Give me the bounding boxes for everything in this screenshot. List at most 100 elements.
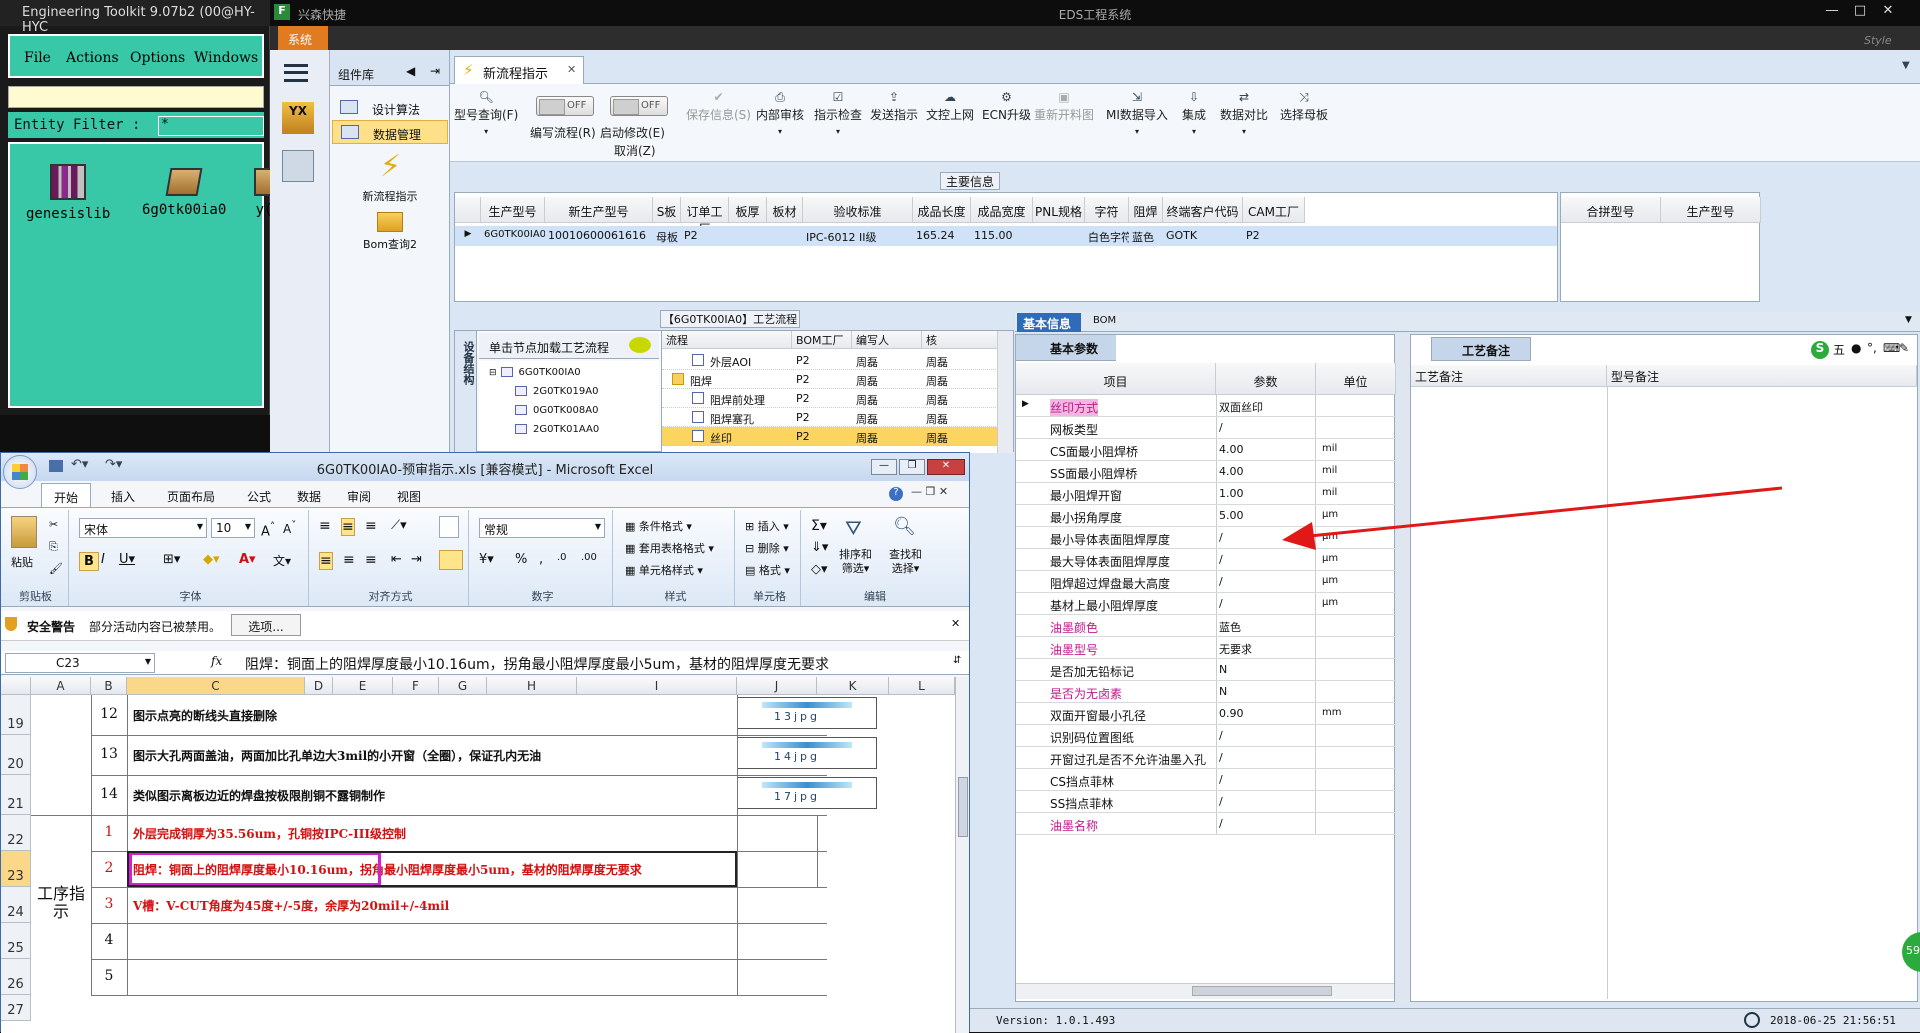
column-header[interactable]: 终端客户代码 (1163, 197, 1243, 223)
font-size-select[interactable]: 10 ▼ (211, 518, 255, 538)
row-number-cell[interactable]: 14 (91, 786, 127, 802)
flow-row[interactable]: 阻焊塞孔 P2 周磊 周磊 (662, 408, 997, 427)
moon-icon[interactable]: ● (1851, 341, 1861, 355)
column-header[interactable]: G (439, 677, 487, 695)
embedded-image[interactable]: 13jpg (737, 697, 877, 729)
close-icon[interactable]: ✕ (951, 617, 960, 630)
instruction-check-button[interactable]: ☑ 指示检查 ▾ (814, 90, 862, 137)
param-value[interactable]: N (1216, 659, 1316, 680)
clear-icon[interactable]: ◇▾ (811, 562, 828, 577)
new-flow-item[interactable]: ⚡ 新流程指示 (330, 150, 450, 204)
ribbon-tab[interactable]: 审阅 (337, 483, 381, 507)
bold-button[interactable]: B (79, 552, 99, 571)
embedded-image[interactable]: 17jpg (737, 777, 877, 809)
splitter[interactable] (1396, 334, 1410, 1002)
phonetic-icon[interactable]: 文▾ (273, 552, 291, 569)
undo-icon[interactable]: ↶▾ (71, 457, 88, 472)
tab-bom[interactable]: BOM (1093, 315, 1116, 326)
mi-import-button[interactable]: ⇲ MI数据导入 ▾ (1106, 90, 1168, 137)
param-row[interactable]: 是否加无铅标记 N (1016, 659, 1396, 681)
param-value[interactable]: 4.00 (1216, 439, 1316, 460)
column-model-remarks[interactable]: 型号备注 (1607, 365, 1917, 387)
column-param[interactable]: 参数 (1216, 363, 1316, 395)
grid-cell[interactable]: 6G0TK00IA0 (481, 226, 545, 246)
percent-icon[interactable]: % (515, 552, 527, 567)
param-value[interactable]: 0.90 (1216, 703, 1316, 724)
column-header[interactable]: 阻焊 (1129, 197, 1163, 223)
hamburger-icon[interactable] (284, 64, 308, 82)
param-value[interactable]: / (1216, 593, 1316, 614)
tools-icon[interactable]: ✎ (1899, 341, 1909, 355)
pin-icon[interactable]: ⇥ (430, 64, 440, 78)
decrease-decimal-icon[interactable]: .00 (581, 552, 597, 563)
align-bottom-icon[interactable]: ≡ (365, 518, 377, 534)
delete-button[interactable]: ⊟ 删除 ▾ (745, 540, 789, 556)
param-value[interactable]: / (1216, 813, 1316, 834)
increase-decimal-icon[interactable]: .0 (557, 552, 567, 563)
increase-indent-icon[interactable]: ⇥ (411, 552, 422, 567)
column-header[interactable]: 合拼型号 (1561, 197, 1661, 223)
row-number-cell[interactable]: 5 (91, 968, 127, 984)
font-name-select[interactable]: 宋体 ▼ (79, 518, 207, 538)
row-number-cell[interactable]: 1 (91, 824, 127, 840)
menu-actions[interactable]: Actions (66, 50, 119, 66)
chevron-left-icon[interactable]: ◀ (406, 64, 415, 78)
param-row[interactable]: CS面最小阻焊桥 4.00 mil (1016, 439, 1396, 461)
column-header[interactable]: 核 (922, 331, 997, 349)
autosum-icon[interactable]: Σ▾ (811, 518, 827, 534)
grid-cell[interactable] (1033, 226, 1085, 246)
job-genesislib[interactable]: genesislib (26, 164, 110, 222)
grid-cell[interactable]: IPC-6012 II级 (803, 226, 913, 246)
param-value[interactable]: 双面丝印 (1216, 395, 1316, 416)
flow-row[interactable]: 丝印 P2 周磊 周磊 (662, 427, 997, 446)
select-mother-board-button[interactable]: ⤨ 选择母板 (1280, 90, 1328, 123)
param-row[interactable]: 开窗过孔是否不允许油墨入孔 / (1016, 747, 1396, 769)
param-row[interactable]: 网板类型 / (1016, 417, 1396, 439)
column-header[interactable]: C (127, 677, 305, 695)
grid-cell[interactable]: P2 (681, 226, 729, 246)
flow-row[interactable]: 阻焊前处理 P2 周磊 周磊 (662, 389, 997, 408)
row-number-cell[interactable]: 13 (91, 746, 127, 762)
param-row[interactable]: CS挡点菲林 / (1016, 769, 1396, 791)
maximize-button[interactable]: □ (1850, 3, 1870, 21)
column-header[interactable]: 新生产型号 (545, 197, 653, 223)
column-header[interactable]: PNL规格 (1033, 197, 1085, 223)
ecn-upgrade-button[interactable]: ⚙ ECN升级 (982, 90, 1031, 123)
wrap-text-icon[interactable] (439, 516, 459, 538)
ribbon-tab[interactable]: 公式 (237, 483, 281, 507)
param-row[interactable]: 基材上最小阻焊厚度 / μm (1016, 593, 1396, 615)
tab-base-params[interactable]: 基本参数 (1016, 335, 1116, 361)
row-number-cell[interactable]: 2 (91, 860, 127, 876)
instruction-cell[interactable]: 类似图示离板边近的焊盘按极限削铜不露铜制作 (133, 787, 385, 804)
param-row[interactable]: 油墨型号 无要求 (1016, 637, 1396, 659)
borders-icon[interactable]: ⊞▾ (163, 552, 180, 567)
ribbon-tab[interactable]: 插入 (101, 483, 145, 507)
paste-icon[interactable] (11, 516, 37, 548)
tab-base-info[interactable]: 基本信息 (1017, 313, 1081, 332)
fill-icon[interactable]: ⇓▾ (811, 540, 828, 555)
param-row[interactable]: 油墨颜色 蓝色 (1016, 615, 1396, 637)
keyboard-icon[interactable]: ⌨ (1883, 341, 1900, 355)
column-header[interactable]: 板厚 (729, 197, 767, 223)
grid-cell[interactable] (767, 226, 803, 246)
italic-button[interactable]: I (101, 552, 105, 567)
align-middle-icon[interactable]: ≡ (341, 518, 355, 536)
insert-button[interactable]: ⊞ 插入 ▾ (745, 518, 789, 534)
param-value[interactable]: / (1216, 791, 1316, 812)
ribbon-window-controls[interactable]: — ❐ ✕ (911, 485, 948, 498)
nav-item-design-algorithm[interactable]: 设计算法 (332, 96, 448, 120)
column-header[interactable]: E (333, 677, 393, 695)
row-header[interactable]: 26 (1, 959, 31, 995)
column-header[interactable]: 字符 (1085, 197, 1129, 223)
ime-mode[interactable]: 五 (1833, 341, 1845, 358)
column-header[interactable]: I (577, 677, 737, 695)
grid-cell[interactable]: 115.00 (971, 226, 1033, 246)
instruction-cell[interactable]: 外层完成铜厚为35.56um，孔铜按IPC-III级控制 (133, 825, 406, 842)
vertical-scrollbar[interactable] (955, 677, 969, 1033)
column-header[interactable]: 编写人 (852, 331, 922, 349)
menu-windows[interactable]: Windows (194, 50, 258, 66)
function-icon[interactable]: fx (211, 654, 222, 668)
close-button[interactable]: ✕ (1878, 3, 1898, 21)
font-color-icon[interactable]: A▾ (239, 552, 256, 567)
select-all-corner[interactable] (1, 677, 31, 695)
